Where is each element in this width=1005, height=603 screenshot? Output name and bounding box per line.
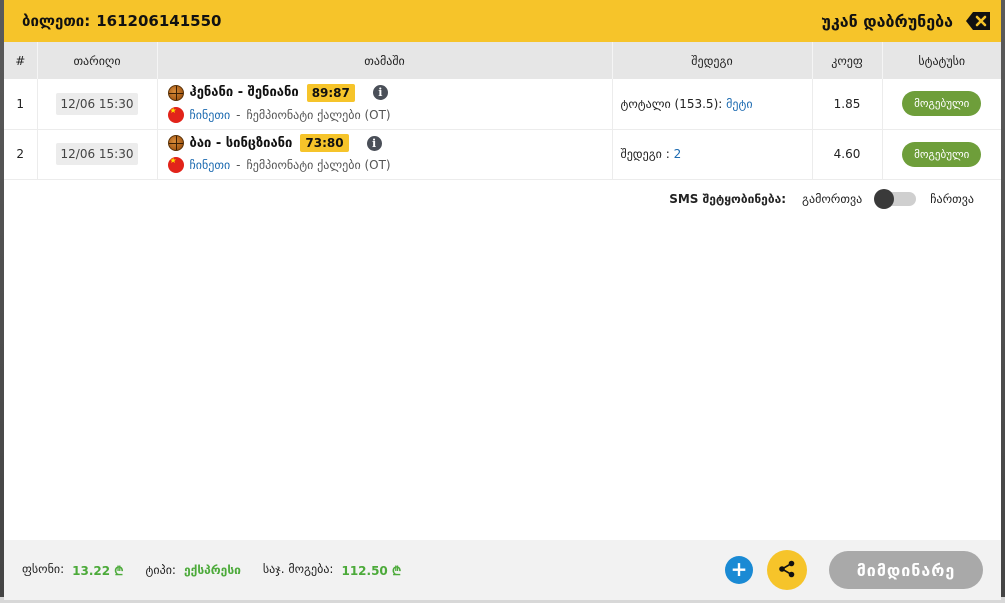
sms-on-label[interactable]: ჩართვა <box>930 192 974 206</box>
stake-info: ფსონი: 13.22 ₾ <box>22 562 124 579</box>
col-header-game: თამაში <box>157 42 613 79</box>
date-pill: 12/06 15:30 <box>55 143 139 165</box>
league-line: ჩინეთი - ჩემპიონატი ქალები (OT) <box>167 104 612 126</box>
league-separator: - <box>236 107 241 122</box>
result-cell: შედეგი : 2 <box>612 129 813 180</box>
status-badge[interactable]: მოგებული <box>902 91 982 117</box>
score-badge: 89:87 <box>306 83 355 102</box>
league-name: ჩემპიონატი ქალები (OT) <box>246 158 391 172</box>
status-cell: მოგებული <box>882 129 1001 180</box>
date-pill: 12/06 15:30 <box>55 92 139 115</box>
result-label: ტოტალი (153.5): <box>620 96 723 111</box>
info-icon[interactable]: i <box>372 85 388 101</box>
info-icon[interactable]: i <box>366 135 382 151</box>
stake-label: ფსონი: <box>22 561 65 576</box>
col-header-status: სტატუსი <box>918 53 966 68</box>
match-line: ჰენანი - შენიანი 89:87 i <box>167 82 612 104</box>
result-pick: მეტი <box>726 96 753 111</box>
stake-value: 13.22 ₾ <box>72 563 124 578</box>
col-header-odds: კოეფ <box>812 42 883 79</box>
status-cell: მოგებული <box>882 79 1001 130</box>
game-cell: ჰენანი - შენიანი 89:87 i ჩინეთი - ჩემპიო… <box>157 79 613 130</box>
table-header-row: # თარიღი თამაში შედეგი კოეფ სტატუსი <box>4 42 1001 79</box>
date-cell: 12/06 15:30 <box>37 79 158 130</box>
odds-cell: 1.85 <box>812 79 883 130</box>
max-win-info: საჯ. მოგება: 112.50 ₾ <box>263 562 401 579</box>
date-cell: 12/06 15:30 <box>37 129 158 180</box>
ticket-footer: ფსონი: 13.22 ₾ ტიპი: ექსპრესი საჯ. მოგებ… <box>4 540 1001 600</box>
status-badge[interactable]: მოგებული <box>902 141 982 167</box>
result-cell: ტოტალი (153.5): მეტი <box>612 79 813 130</box>
league-line: ჩინეთი - ჩემპიონატი ქალები (OT) <box>167 154 612 176</box>
league-separator: - <box>236 158 241 172</box>
modal-header: ბილეთი: 161206141550 უკან დაბრუნება <box>4 0 1001 42</box>
game-cell: ბაი - სინცზიანი 73:80 i ჩინეთი - ჩემპიონ… <box>157 129 613 180</box>
ticket-number: 161206141550 <box>96 12 222 30</box>
back-button[interactable]: უკან დაბრუნება <box>821 11 991 31</box>
share-icon <box>778 560 796 581</box>
col-header-num: # <box>4 42 38 79</box>
footer-actions: + მიმდინარე <box>725 550 983 590</box>
result-label: შედეგი : <box>620 147 670 161</box>
match-line: ბაი - სინცზიანი 73:80 i <box>167 132 612 154</box>
table-row: 2 12/06 15:30 ბაი - სინცზიანი 73:80 i ჩი… <box>4 129 1001 180</box>
add-button[interactable]: + <box>725 556 753 584</box>
type-label: ტიპი: <box>145 563 176 577</box>
ticket-modal: ბილეთი: 161206141550 უკან დაბრუნება # თა… <box>4 0 1001 600</box>
basketball-icon <box>167 135 184 151</box>
table-row: 1 12/06 15:30 ჰენანი - შენიანი 89:87 i ჩ… <box>4 79 1001 130</box>
backspace-icon <box>965 11 991 31</box>
china-flag-icon <box>167 106 184 123</box>
type-value: ექსპრესი <box>183 563 241 577</box>
ticket-label: ბილეთი: <box>22 12 91 30</box>
back-label: უკან დაბრუნება <box>821 11 953 31</box>
max-win-label: საჯ. მოგება: <box>262 561 334 576</box>
result-pick: 2 <box>673 147 682 161</box>
country-link[interactable]: ჩინეთი <box>190 108 231 122</box>
max-win-value: 112.50 ₾ <box>341 563 402 578</box>
china-flag-icon <box>167 157 184 173</box>
type-info: ტიპი: ექსპრესი <box>146 563 241 577</box>
row-number: 2 <box>4 129 38 180</box>
team-names: ჰენანი - შენიანი <box>189 85 299 101</box>
league-name: ჩემპიონატი ქალები (OT) <box>246 107 391 122</box>
toggle-knob <box>874 188 895 209</box>
sms-notification-row: SMS შეტყობინება: გამორთვა ჩართვა <box>4 180 1001 209</box>
sms-label: SMS შეტყობინება: <box>669 191 787 206</box>
score-badge: 73:80 <box>300 134 349 152</box>
row-number: 1 <box>4 79 38 130</box>
sms-toggle[interactable] <box>874 188 917 209</box>
country-link[interactable]: ჩინეთი <box>190 158 231 172</box>
sms-off-label[interactable]: გამორთვა <box>802 192 862 206</box>
ticket-title: ბილეთი: 161206141550 <box>22 12 221 30</box>
bets-table: # თარიღი თამაში შედეგი კოეფ სტატუსი 1 12… <box>4 42 1001 180</box>
basketball-icon <box>167 84 184 101</box>
current-status-button[interactable]: მიმდინარე <box>829 551 983 589</box>
team-names: ბაი - სინცზიანი <box>189 135 293 151</box>
odds-cell: 4.60 <box>812 129 883 180</box>
col-header-result: შედეგი <box>612 42 813 79</box>
share-button[interactable] <box>767 550 807 590</box>
col-header-date: თარიღი <box>37 42 158 79</box>
